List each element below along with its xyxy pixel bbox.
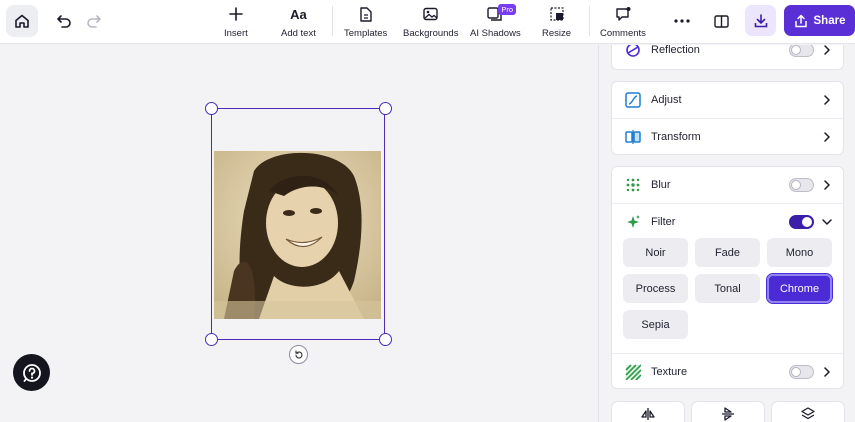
tool-label: Comments	[600, 28, 646, 39]
flip-vertical-icon	[722, 407, 734, 421]
filter-option-fade[interactable]: Fade	[695, 238, 760, 267]
share-icon	[794, 14, 807, 27]
arrange-layers-button[interactable]	[771, 401, 845, 422]
chevron-right-icon[interactable]	[821, 131, 833, 143]
reflection-row[interactable]: Reflection	[612, 45, 845, 65]
adjust-icon	[624, 91, 642, 109]
texture-toggle[interactable]	[789, 365, 814, 379]
resize-handle-bottom-right[interactable]	[379, 333, 392, 346]
sparkle-icon	[624, 213, 642, 231]
book-icon	[713, 14, 729, 28]
transform-row[interactable]: Transform	[612, 119, 845, 155]
chevron-right-icon[interactable]	[821, 45, 833, 56]
undo-button[interactable]	[53, 10, 75, 32]
flip-vertical-button[interactable]	[691, 401, 765, 422]
filter-option-process[interactable]: Process	[623, 274, 688, 303]
share-label: Share	[813, 14, 846, 27]
tool-label: Backgrounds	[403, 28, 459, 39]
texture-icon	[624, 363, 642, 381]
help-button[interactable]	[13, 354, 50, 391]
redo-icon	[87, 15, 101, 28]
filter-toggle[interactable]	[789, 215, 814, 229]
filter-label: Filter	[651, 216, 676, 228]
portrait-image	[214, 151, 381, 319]
adjust-label: Adjust	[651, 94, 682, 106]
portrait-photo[interactable]	[214, 151, 381, 319]
toolbar-divider	[589, 6, 590, 36]
chevron-right-icon[interactable]	[821, 94, 833, 106]
undo-icon	[57, 15, 71, 28]
tool-templates[interactable]: Templates	[344, 5, 387, 39]
texture-row[interactable]: Texture	[612, 354, 845, 390]
reflection-label: Reflection	[651, 45, 700, 56]
tool-comments[interactable]: Comments	[600, 5, 646, 39]
tool-insert[interactable]: Insert	[224, 5, 248, 39]
download-icon	[754, 13, 767, 27]
top-toolbar: Insert Aa Add text Templates Backgrounds…	[0, 0, 855, 44]
plus-icon	[229, 7, 243, 21]
layers-panel-button[interactable]	[710, 10, 732, 32]
blur-label: Blur	[651, 179, 671, 191]
resize-icon	[549, 7, 564, 21]
filter-option-mono[interactable]: Mono	[767, 238, 832, 267]
tool-label: Templates	[344, 28, 388, 39]
tool-label: Add text	[281, 28, 316, 39]
flip-horizontal-icon	[641, 408, 655, 420]
pro-badge: Pro	[498, 4, 517, 15]
rotate-handle[interactable]	[289, 345, 308, 364]
transform-icon	[624, 128, 642, 146]
download-button[interactable]	[745, 5, 776, 36]
reflection-toggle[interactable]	[789, 45, 814, 57]
blur-row[interactable]: Blur	[612, 167, 845, 203]
reflection-card: Reflection	[611, 45, 844, 70]
chevron-down-icon[interactable]	[821, 216, 833, 228]
tool-label: AI Shadows	[470, 28, 521, 39]
more-button[interactable]	[671, 10, 693, 32]
tool-label: Insert	[224, 28, 248, 39]
blur-filter-texture-card: Blur Filter Noir Fade Mono Process Tonal…	[611, 166, 845, 390]
blur-icon	[624, 176, 642, 194]
filter-option-tonal[interactable]: Tonal	[695, 274, 760, 303]
more-icon	[674, 19, 690, 23]
adjust-row[interactable]: Adjust	[612, 82, 845, 118]
share-button[interactable]: Share	[784, 5, 855, 36]
effects-panel: Reflection Adjust Transform Blur Filter …	[598, 45, 855, 422]
editor-canvas[interactable]	[0, 45, 598, 422]
rotate-icon	[294, 349, 303, 358]
chevron-right-icon[interactable]	[821, 179, 833, 191]
adjust-transform-card: Adjust Transform	[611, 81, 845, 155]
tool-resize[interactable]: Resize	[542, 5, 571, 39]
image-icon	[423, 7, 438, 21]
redo-button[interactable]	[83, 10, 105, 32]
reflection-icon	[624, 45, 642, 59]
filter-option-noir[interactable]: Noir	[623, 238, 688, 267]
filter-option-chrome[interactable]: Chrome	[766, 273, 833, 304]
document-icon	[360, 6, 372, 22]
filter-option-sepia[interactable]: Sepia	[623, 310, 688, 339]
blur-toggle[interactable]	[789, 178, 814, 192]
text-aa-icon: Aa	[290, 6, 307, 22]
transform-label: Transform	[651, 131, 701, 143]
resize-handle-top-right[interactable]	[379, 102, 392, 115]
texture-label: Texture	[651, 366, 688, 378]
filter-row[interactable]: Filter	[612, 204, 845, 240]
layers-icon	[801, 407, 815, 420]
selected-image[interactable]	[211, 108, 385, 340]
tool-ai-shadows[interactable]: Pro AI Shadows	[470, 4, 521, 39]
chevron-right-icon[interactable]	[821, 366, 833, 378]
resize-handle-bottom-left[interactable]	[205, 333, 218, 346]
tool-label: Resize	[542, 28, 572, 39]
comment-icon	[616, 6, 631, 21]
home-button[interactable]	[6, 5, 38, 37]
toolbar-divider	[332, 6, 333, 36]
resize-handle-top-left[interactable]	[205, 102, 218, 115]
tool-add-text[interactable]: Aa Add text	[281, 5, 316, 40]
home-icon	[15, 14, 29, 28]
tool-backgrounds[interactable]: Backgrounds	[403, 5, 458, 39]
help-icon	[22, 363, 41, 382]
flip-horizontal-button[interactable]	[611, 401, 685, 422]
